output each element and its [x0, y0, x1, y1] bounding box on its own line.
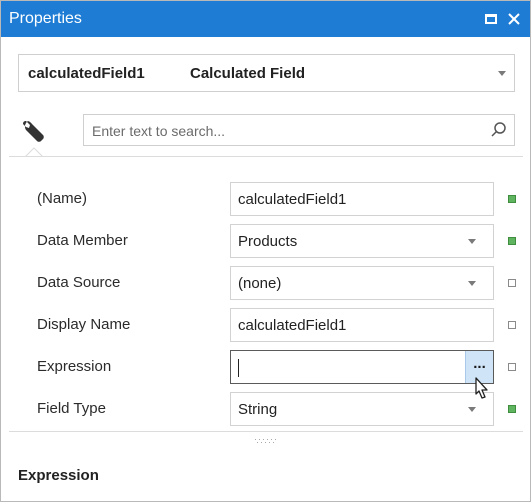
property-label: Field Type: [37, 400, 106, 417]
property-modified-marker: [508, 237, 516, 245]
property-default-marker: [508, 363, 516, 371]
object-selector[interactable]: calculatedField1 Calculated Field: [18, 54, 515, 92]
search-box[interactable]: [83, 114, 515, 146]
property-value: Products: [238, 233, 298, 250]
property-default-marker: [508, 279, 516, 287]
property-row-field-type[interactable]: Field Type String: [9, 388, 523, 428]
properties-panel: Properties calculatedField1 Calculated F…: [0, 0, 531, 502]
property-label: Data Member: [37, 232, 128, 249]
divider: [9, 156, 523, 157]
search-input[interactable]: [92, 121, 472, 141]
chevron-down-icon: [498, 71, 506, 76]
property-value: (none): [238, 275, 282, 292]
name-field[interactable]: calculatedField1: [230, 182, 494, 216]
property-value: String: [238, 401, 278, 418]
display-name-field[interactable]: calculatedField1: [230, 308, 494, 342]
panel-title: Properties: [9, 10, 82, 27]
selected-object-name: calculatedField1: [28, 65, 145, 82]
property-row-data-member[interactable]: Data Member Products: [9, 220, 523, 260]
property-label: Data Source: [37, 274, 121, 291]
search-icon[interactable]: [490, 121, 508, 139]
property-value: calculatedField1: [238, 317, 347, 334]
chevron-down-icon[interactable]: [468, 281, 476, 286]
chevron-down-icon[interactable]: [468, 239, 476, 244]
expression-field[interactable]: ...: [230, 350, 494, 384]
maximize-icon: [485, 14, 497, 24]
property-label: Expression: [37, 358, 112, 375]
property-modified-marker: [508, 195, 516, 203]
title-bar[interactable]: Properties: [1, 1, 530, 37]
property-row-display-name[interactable]: Display Name calculatedField1: [9, 304, 523, 344]
maximize-button[interactable]: [481, 9, 501, 29]
data-source-select[interactable]: (none): [230, 266, 494, 300]
data-member-select[interactable]: Products: [230, 224, 494, 258]
resize-grip-icon[interactable]: [254, 438, 278, 444]
description-title: Expression: [18, 467, 99, 484]
selected-object-type: Calculated Field: [190, 65, 306, 82]
field-type-select[interactable]: String: [230, 392, 494, 426]
text-cursor: [238, 359, 239, 377]
mouse-pointer-icon: [475, 377, 488, 399]
wrench-icon[interactable]: [21, 117, 49, 145]
property-row-data-source[interactable]: Data Source (none): [9, 262, 523, 302]
property-default-marker: [508, 321, 516, 329]
property-label: Display Name: [37, 316, 131, 333]
close-button[interactable]: [504, 9, 524, 29]
splitter[interactable]: [9, 431, 523, 432]
chevron-down-icon[interactable]: [468, 407, 476, 412]
property-modified-marker: [508, 405, 516, 413]
close-icon: [508, 13, 520, 25]
property-row-name[interactable]: (Name) calculatedField1: [9, 178, 523, 218]
property-label: (Name): [37, 190, 88, 207]
property-row-expression[interactable]: Expression ...: [9, 346, 523, 386]
property-value: calculatedField1: [238, 191, 347, 208]
